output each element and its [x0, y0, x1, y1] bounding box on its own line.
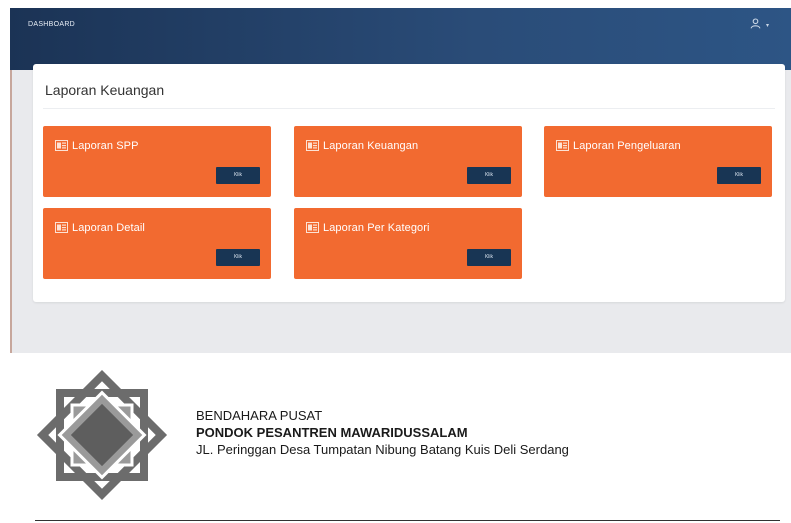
klik-button[interactable]: Klik — [216, 167, 260, 184]
letterhead-institution: PONDOK PESANTREN MAWARIDUSSALAM — [196, 425, 468, 440]
tile-label: Laporan Keuangan — [323, 140, 419, 152]
card-title: Laporan Keuangan — [45, 82, 165, 98]
letterhead-unit: BENDAHARA PUSAT — [196, 408, 323, 423]
left-edge-accent — [10, 70, 12, 353]
klik-button[interactable]: Klik — [717, 167, 761, 184]
star-octagon-logo — [36, 369, 168, 501]
divider — [43, 108, 775, 109]
letterhead-text: BENDAHARA PUSAT PONDOK PESANTREN MAWARID… — [196, 407, 569, 459]
klik-button[interactable]: Klik — [467, 167, 511, 184]
letterhead-address: JL. Peringgan Desa Tumpatan Nibung Batan… — [196, 442, 569, 457]
tile-label: Laporan Detail — [72, 222, 145, 234]
chevron-down-icon: ▾ — [765, 22, 769, 29]
tile-laporan-keuangan[interactable]: Laporan Keuangan Klik — [294, 126, 522, 197]
user-icon — [750, 18, 761, 32]
report-icon — [306, 140, 319, 151]
klik-button[interactable]: Klik — [467, 249, 511, 266]
dashboard-brand[interactable]: DASHBOARD — [28, 21, 75, 28]
tile-label: Laporan Per Kategori — [323, 222, 430, 234]
report-icon — [306, 222, 319, 233]
klik-button[interactable]: Klik — [216, 249, 260, 266]
report-icon — [55, 222, 68, 233]
tile-laporan-per-kategori[interactable]: Laporan Per Kategori Klik — [294, 208, 522, 279]
app-screenshot: DASHBOARD ▾ Laporan Keuangan Laporan SPP… — [10, 8, 791, 353]
report-card: Laporan Keuangan Laporan SPP Klik Lapora… — [33, 64, 785, 302]
letterhead-rule — [35, 520, 780, 521]
tile-label: Laporan SPP — [72, 140, 139, 152]
user-menu[interactable]: ▾ — [750, 18, 769, 32]
report-icon — [55, 140, 68, 151]
tile-label: Laporan Pengeluaran — [573, 140, 681, 152]
top-navbar: DASHBOARD ▾ — [10, 8, 791, 70]
tile-laporan-detail[interactable]: Laporan Detail Klik — [43, 208, 271, 279]
tile-laporan-pengeluaran[interactable]: Laporan Pengeluaran Klik — [544, 126, 772, 197]
tile-laporan-spp[interactable]: Laporan SPP Klik — [43, 126, 271, 197]
report-icon — [556, 140, 569, 151]
